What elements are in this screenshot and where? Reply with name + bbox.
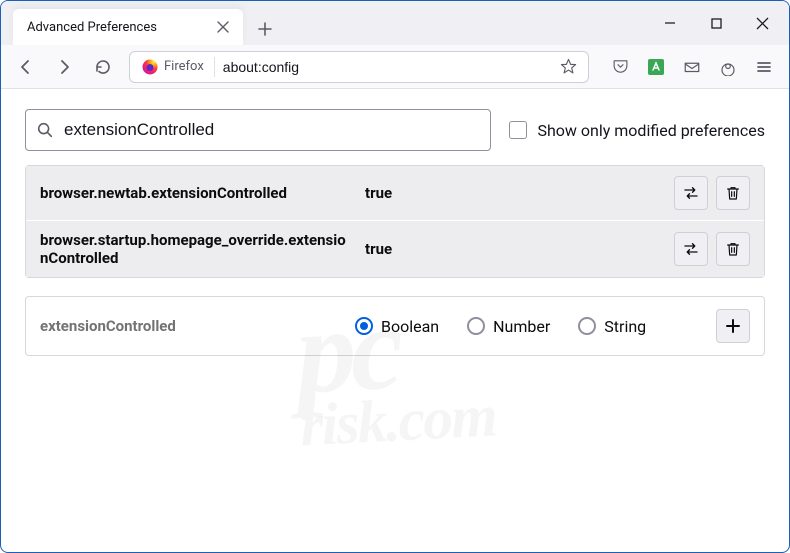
browser-window: Advanced Preferences xyxy=(0,0,790,553)
inbox-icon[interactable] xyxy=(675,50,709,84)
tabs-region: Advanced Preferences xyxy=(1,1,647,45)
radio-label: Number xyxy=(493,317,550,336)
pref-row: browser.startup.homepage_override.extens… xyxy=(26,220,764,277)
checkbox-icon xyxy=(509,121,527,139)
delete-button[interactable] xyxy=(716,232,750,266)
identity-label: Firefox xyxy=(164,59,204,74)
reload-button[interactable] xyxy=(85,50,119,84)
radio-number[interactable]: Number xyxy=(467,317,550,336)
pref-value: true xyxy=(365,240,664,258)
radio-boolean[interactable]: Boolean xyxy=(355,317,439,336)
about-config-content: pcrisk.com Show only modified preference… xyxy=(1,89,789,552)
tab-title: Advanced Preferences xyxy=(27,20,213,35)
pref-table: browser.newtab.extensionControlled true … xyxy=(25,165,765,278)
delete-button[interactable] xyxy=(716,176,750,210)
pref-name: browser.newtab.extensionControlled xyxy=(40,184,355,202)
checkbox-label: Show only modified preferences xyxy=(537,121,765,140)
show-modified-checkbox[interactable]: Show only modified preferences xyxy=(509,121,765,140)
tab-advanced-preferences[interactable]: Advanced Preferences xyxy=(13,9,243,45)
pref-search-box[interactable] xyxy=(25,109,491,151)
firefox-icon xyxy=(142,59,158,75)
radio-label: String xyxy=(604,317,646,336)
url-bar[interactable]: Firefox xyxy=(129,51,589,83)
back-button[interactable] xyxy=(9,50,43,84)
pref-value: true xyxy=(365,184,664,202)
titlebar: Advanced Preferences xyxy=(1,1,789,45)
toggle-button[interactable] xyxy=(674,176,708,210)
maximize-button[interactable] xyxy=(693,1,739,45)
forward-button[interactable] xyxy=(47,50,81,84)
toggle-button[interactable] xyxy=(674,232,708,266)
search-icon xyxy=(36,121,54,139)
new-tab-button[interactable] xyxy=(249,13,281,45)
add-button[interactable] xyxy=(716,309,750,343)
new-pref-name: extensionControlled xyxy=(40,317,355,335)
radio-icon xyxy=(467,317,485,335)
extension-icon[interactable] xyxy=(639,50,673,84)
toolbar-actions xyxy=(599,50,781,84)
close-tab-icon[interactable] xyxy=(213,17,233,37)
identity-box[interactable]: Firefox xyxy=(136,57,215,77)
pref-actions xyxy=(674,176,750,210)
add-pref-table: extensionControlled Boolean Number Strin… xyxy=(25,296,765,356)
close-window-button[interactable] xyxy=(739,1,785,45)
radio-label: Boolean xyxy=(381,317,439,336)
url-input[interactable] xyxy=(223,59,554,75)
search-row: Show only modified preferences xyxy=(25,109,765,151)
type-radio-group: Boolean Number String xyxy=(355,317,716,336)
menu-icon[interactable] xyxy=(747,50,781,84)
radio-icon xyxy=(578,317,596,335)
account-icon[interactable] xyxy=(711,50,745,84)
radio-string[interactable]: String xyxy=(578,317,646,336)
window-controls xyxy=(647,1,789,45)
minimize-button[interactable] xyxy=(647,1,693,45)
pocket-icon[interactable] xyxy=(603,50,637,84)
add-pref-row: extensionControlled Boolean Number Strin… xyxy=(26,297,764,355)
radio-icon xyxy=(355,317,373,335)
pref-search-input[interactable] xyxy=(64,120,480,140)
pref-name: browser.startup.homepage_override.extens… xyxy=(40,231,355,267)
pref-row: browser.newtab.extensionControlled true xyxy=(26,166,764,220)
pref-actions xyxy=(674,232,750,266)
nav-toolbar: Firefox xyxy=(1,45,789,89)
bookmark-star-icon[interactable] xyxy=(554,53,582,81)
